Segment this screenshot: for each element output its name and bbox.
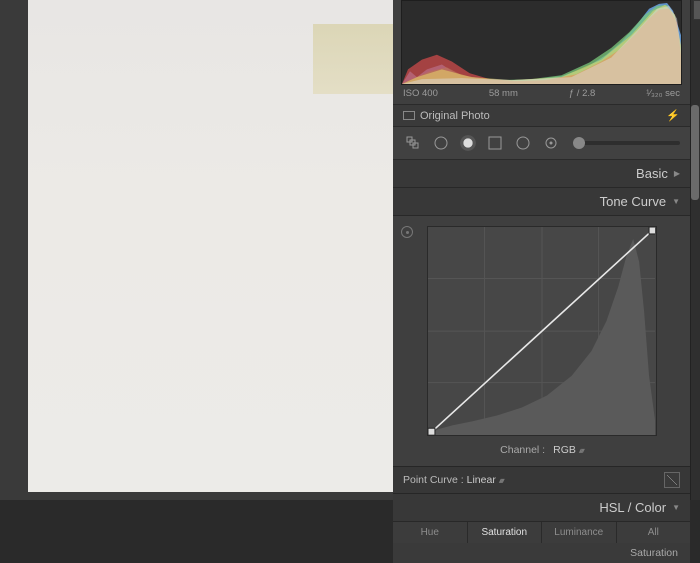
gradient-tool-icon[interactable] bbox=[485, 133, 505, 153]
collapse-icon: ▶ bbox=[674, 169, 680, 178]
redeye-tool-icon[interactable] bbox=[459, 134, 477, 152]
tab-luminance[interactable]: Luminance bbox=[542, 522, 617, 543]
curve-mode-icon[interactable] bbox=[664, 472, 680, 488]
point-curve-row: Point Curve : Linear ▴▾ bbox=[393, 466, 690, 494]
compare-icon bbox=[403, 111, 415, 120]
radial-tool-icon[interactable] bbox=[513, 133, 533, 153]
channel-dropdown[interactable]: RGB ▴▾ bbox=[553, 444, 583, 456]
tone-curve-body: Channel : RGB ▴▾ bbox=[393, 216, 690, 466]
tool-size-slider[interactable] bbox=[573, 141, 680, 145]
develop-panel: ISO 400 58 mm ƒ / 2.8 ¹⁄₃₂₀ sec Original… bbox=[393, 0, 700, 500]
tab-all[interactable]: All bbox=[617, 522, 691, 543]
point-curve-dropdown[interactable]: Linear ▴▾ bbox=[467, 474, 503, 486]
spot-tool-icon[interactable] bbox=[431, 133, 451, 153]
image-canvas[interactable] bbox=[0, 0, 393, 500]
tab-saturation[interactable]: Saturation bbox=[468, 522, 543, 543]
exif-shutter: ¹⁄₃₂₀ sec bbox=[646, 88, 680, 99]
panel-scrollbar[interactable] bbox=[690, 0, 700, 500]
expand-icon: ▼ bbox=[672, 197, 680, 206]
original-photo-label: Original Photo bbox=[420, 110, 490, 122]
basic-panel-header[interactable]: Basic ▶ bbox=[393, 160, 690, 188]
crop-tool-icon[interactable] bbox=[403, 133, 423, 153]
exif-iso: ISO 400 bbox=[403, 88, 438, 99]
exif-focal: 58 mm bbox=[489, 88, 518, 99]
flash-icon: ⚡ bbox=[666, 109, 680, 122]
exif-aperture: ƒ / 2.8 bbox=[569, 88, 595, 99]
targeted-adjust-icon[interactable] bbox=[401, 226, 413, 238]
tone-curve-label: Tone Curve bbox=[600, 194, 666, 209]
tool-strip bbox=[393, 127, 690, 160]
tab-hue[interactable]: Hue bbox=[393, 522, 468, 543]
hsl-tabs: Hue Saturation Luminance All bbox=[393, 522, 690, 543]
preview-photo bbox=[28, 0, 393, 492]
expand-icon: ▼ bbox=[672, 503, 680, 512]
original-photo-row[interactable]: Original Photo ⚡ bbox=[393, 104, 690, 127]
hsl-panel-header[interactable]: HSL / Color ▼ bbox=[393, 494, 690, 522]
histogram[interactable] bbox=[401, 0, 682, 85]
tone-curve-graph[interactable] bbox=[427, 226, 657, 436]
basic-label: Basic bbox=[636, 166, 668, 181]
hsl-subheader: Saturation bbox=[393, 543, 690, 563]
channel-label: Channel : bbox=[500, 444, 545, 456]
exif-row: ISO 400 58 mm ƒ / 2.8 ¹⁄₃₂₀ sec bbox=[393, 85, 690, 102]
panel-switch[interactable] bbox=[693, 0, 700, 20]
tone-curve-panel-header[interactable]: Tone Curve ▼ bbox=[393, 188, 690, 216]
point-curve-label: Point Curve : bbox=[403, 474, 464, 486]
brush-tool-icon[interactable] bbox=[541, 133, 561, 153]
hsl-label: HSL / Color bbox=[599, 500, 666, 515]
